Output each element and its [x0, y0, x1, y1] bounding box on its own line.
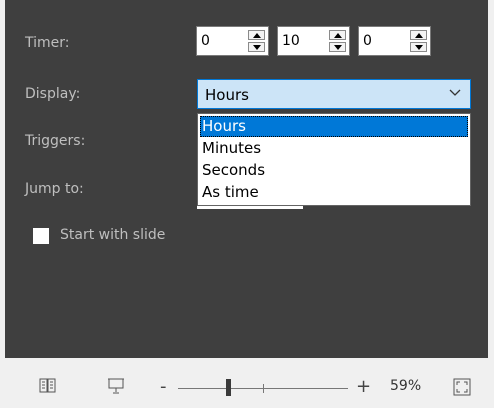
chevron-down-icon: [449, 89, 461, 96]
timer-seconds-up-button[interactable]: [410, 30, 427, 40]
timer-hours-spinner[interactable]: 0: [196, 26, 269, 56]
timer-hours-value[interactable]: 0: [201, 33, 210, 49]
start-with-slide-checkbox[interactable]: [33, 228, 49, 244]
zoom-slider-center-mark: [263, 384, 264, 393]
arrow-up-icon: [415, 33, 423, 38]
display-select[interactable]: Hours: [197, 79, 471, 109]
dropdown-option-seconds[interactable]: Seconds: [200, 160, 468, 181]
window-frame-right: [488, 0, 494, 370]
fit-to-window-icon[interactable]: [452, 377, 472, 397]
timer-seconds-value[interactable]: 0: [363, 33, 372, 49]
arrow-up-icon: [253, 33, 261, 38]
zoom-slider-thumb[interactable]: [226, 379, 231, 396]
arrow-down-icon: [415, 45, 423, 50]
dropdown-option-as-time[interactable]: As time: [200, 182, 468, 203]
zoom-percent[interactable]: 59%: [390, 378, 421, 394]
display-label: Display:: [25, 86, 81, 102]
arrow-down-icon: [334, 45, 342, 50]
timer-hours-down-button[interactable]: [248, 42, 265, 52]
timer-minutes-up-button[interactable]: [329, 30, 346, 40]
reading-view-icon[interactable]: [39, 377, 57, 395]
arrow-up-icon: [334, 33, 342, 38]
timer-minutes-down-button[interactable]: [329, 42, 346, 52]
zoom-out-button[interactable]: -: [160, 376, 167, 397]
jump-to-field-edge[interactable]: [197, 206, 303, 209]
timer-seconds-down-button[interactable]: [410, 42, 427, 52]
slide-show-icon[interactable]: [107, 377, 125, 395]
timer-seconds-spinner[interactable]: 0: [358, 26, 431, 56]
start-with-slide-label[interactable]: Start with slide: [60, 227, 165, 243]
triggers-label: Triggers:: [25, 133, 86, 149]
display-selected-value: Hours: [205, 86, 249, 104]
arrow-down-icon: [253, 45, 261, 50]
jump-to-label: Jump to:: [25, 181, 84, 197]
timer-hours-up-button[interactable]: [248, 30, 265, 40]
panel-bottom-gap: [5, 358, 488, 370]
zoom-in-button[interactable]: +: [356, 376, 371, 397]
dropdown-option-hours[interactable]: Hours: [200, 116, 468, 137]
timer-label: Timer:: [25, 35, 70, 51]
dropdown-option-minutes[interactable]: Minutes: [200, 138, 468, 159]
display-dropdown-list: Hours Minutes Seconds As time: [197, 113, 471, 206]
timer-minutes-value[interactable]: 10: [282, 33, 300, 49]
timer-minutes-spinner[interactable]: 10: [277, 26, 350, 56]
